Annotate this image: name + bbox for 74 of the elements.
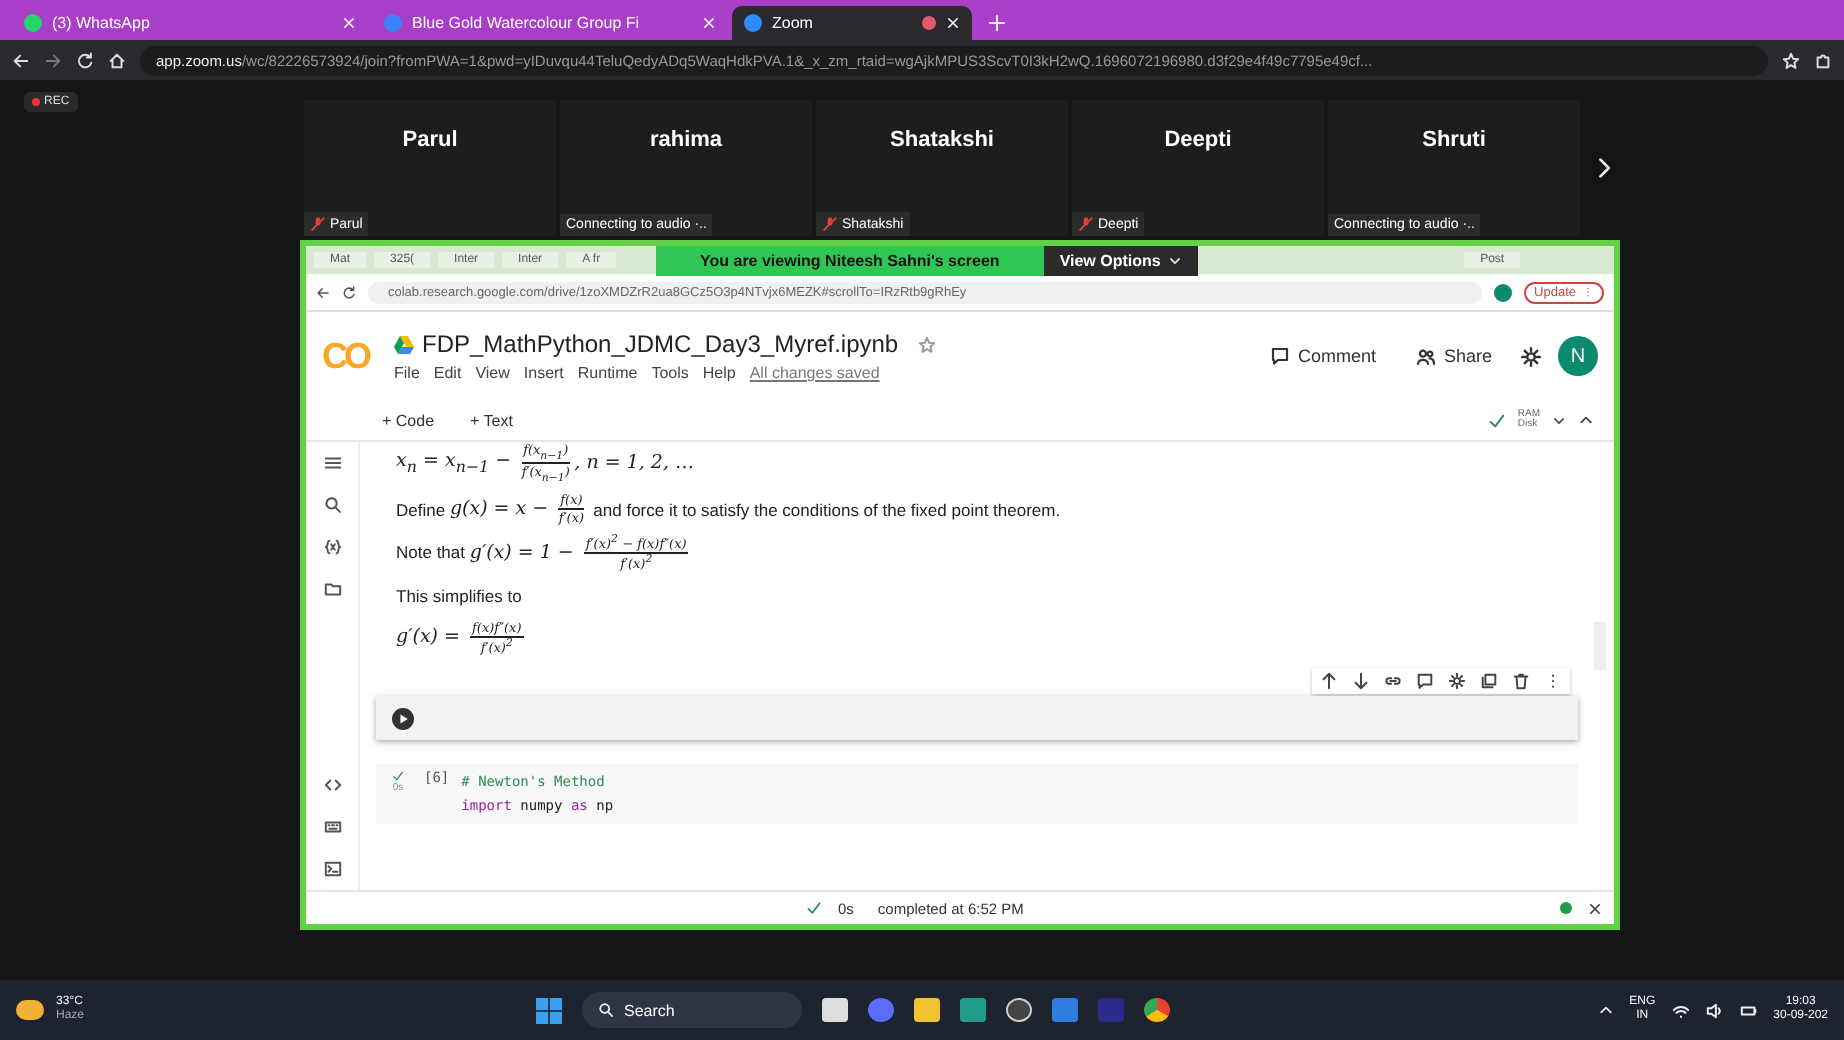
wifi-icon[interactable] bbox=[1671, 1001, 1690, 1019]
back-icon[interactable] bbox=[316, 285, 330, 299]
connected-dot-icon bbox=[1560, 902, 1572, 914]
site-icon bbox=[384, 14, 402, 32]
settings-icon[interactable] bbox=[1448, 672, 1466, 691]
menu-item[interactable]: Tools bbox=[651, 364, 689, 382]
browser-tab[interactable]: (3) WhatsApp bbox=[12, 6, 368, 40]
app-icon[interactable] bbox=[1006, 998, 1032, 1022]
menu-item[interactable]: Edit bbox=[433, 364, 462, 382]
people-icon bbox=[1415, 346, 1436, 366]
add-text-button[interactable]: + Text bbox=[458, 409, 525, 431]
menu-item[interactable]: Help bbox=[702, 364, 736, 382]
drive-icon bbox=[394, 335, 414, 353]
menu-item[interactable]: Runtime bbox=[577, 364, 638, 382]
star-icon[interactable] bbox=[918, 335, 937, 353]
browser-tab[interactable]: Blue Gold Watercolour Group Fi bbox=[372, 6, 728, 40]
menu-item[interactable]: File bbox=[394, 364, 420, 382]
participant-name: rahima bbox=[649, 128, 723, 152]
participant-name: Shruti bbox=[1422, 128, 1486, 152]
check-icon bbox=[806, 900, 822, 916]
participant-name: Parul bbox=[402, 128, 458, 152]
avatar-icon[interactable] bbox=[1494, 283, 1513, 301]
variables-icon[interactable] bbox=[323, 538, 341, 556]
check-icon bbox=[392, 770, 404, 783]
caret-icon[interactable] bbox=[1552, 413, 1566, 427]
code-icon[interactable] bbox=[323, 776, 341, 794]
comment-button[interactable]: Comment bbox=[1257, 344, 1388, 368]
search-icon[interactable] bbox=[323, 496, 341, 514]
close-icon[interactable] bbox=[1588, 901, 1602, 915]
terminal-icon[interactable] bbox=[323, 860, 341, 878]
participant-name: Shatakshi bbox=[890, 128, 994, 152]
run-icon[interactable] bbox=[392, 707, 414, 730]
move-down-icon[interactable] bbox=[1352, 672, 1370, 691]
comment-icon bbox=[1269, 346, 1290, 366]
chevron-up-icon[interactable] bbox=[1597, 1002, 1614, 1018]
comment-icon[interactable] bbox=[1416, 672, 1434, 691]
collapse-icon[interactable] bbox=[1578, 412, 1594, 428]
menu-item[interactable]: Insert bbox=[523, 364, 564, 382]
battery-icon[interactable] bbox=[1739, 1001, 1758, 1019]
new-tab-icon[interactable] bbox=[988, 14, 1006, 32]
volume-icon[interactable] bbox=[1705, 1001, 1724, 1019]
link-icon[interactable] bbox=[1384, 672, 1402, 691]
notebook-title[interactable]: FDP_MathPython_JDMC_Day3_Myref.ipynb bbox=[422, 330, 899, 358]
chevron-down-icon bbox=[1168, 254, 1183, 268]
browser-tab[interactable]: Zoom bbox=[732, 6, 972, 40]
windows-start-icon[interactable] bbox=[536, 997, 562, 1023]
add-code-button[interactable]: + Code bbox=[370, 409, 447, 431]
list-icon[interactable] bbox=[323, 454, 341, 472]
viewing-banner: You are viewing Niteesh Sahni's screen bbox=[656, 246, 1044, 276]
view-options-button[interactable]: View Options bbox=[1043, 246, 1199, 276]
share-button[interactable]: Share bbox=[1403, 344, 1504, 368]
home-icon[interactable] bbox=[108, 51, 126, 69]
check-icon bbox=[1487, 411, 1506, 429]
forward-icon[interactable] bbox=[44, 51, 62, 69]
settings-icon[interactable] bbox=[1520, 345, 1542, 367]
copy-icon[interactable] bbox=[1480, 672, 1498, 691]
participant-name: Deepti bbox=[1164, 128, 1232, 152]
search-field[interactable]: Search bbox=[582, 992, 802, 1028]
empty-code-cell[interactable] bbox=[376, 696, 1578, 741]
more-icon bbox=[1582, 286, 1594, 298]
keyboard-icon[interactable] bbox=[323, 818, 341, 836]
site-icon bbox=[744, 14, 762, 32]
trash-icon[interactable] bbox=[1512, 672, 1530, 691]
menu-item[interactable]: View bbox=[475, 364, 510, 382]
reload-icon[interactable] bbox=[342, 285, 356, 299]
site-icon bbox=[24, 14, 42, 32]
search-icon bbox=[598, 1002, 614, 1018]
move-up-icon[interactable] bbox=[1320, 672, 1338, 691]
save-status-link[interactable]: All changes saved bbox=[749, 364, 880, 382]
avatar[interactable]: N bbox=[1558, 336, 1598, 376]
formula-line: This simplifies to bbox=[396, 583, 524, 610]
browser-icon[interactable] bbox=[1144, 998, 1170, 1022]
recording-icon bbox=[922, 16, 936, 30]
colab-logo: CO bbox=[322, 335, 371, 377]
